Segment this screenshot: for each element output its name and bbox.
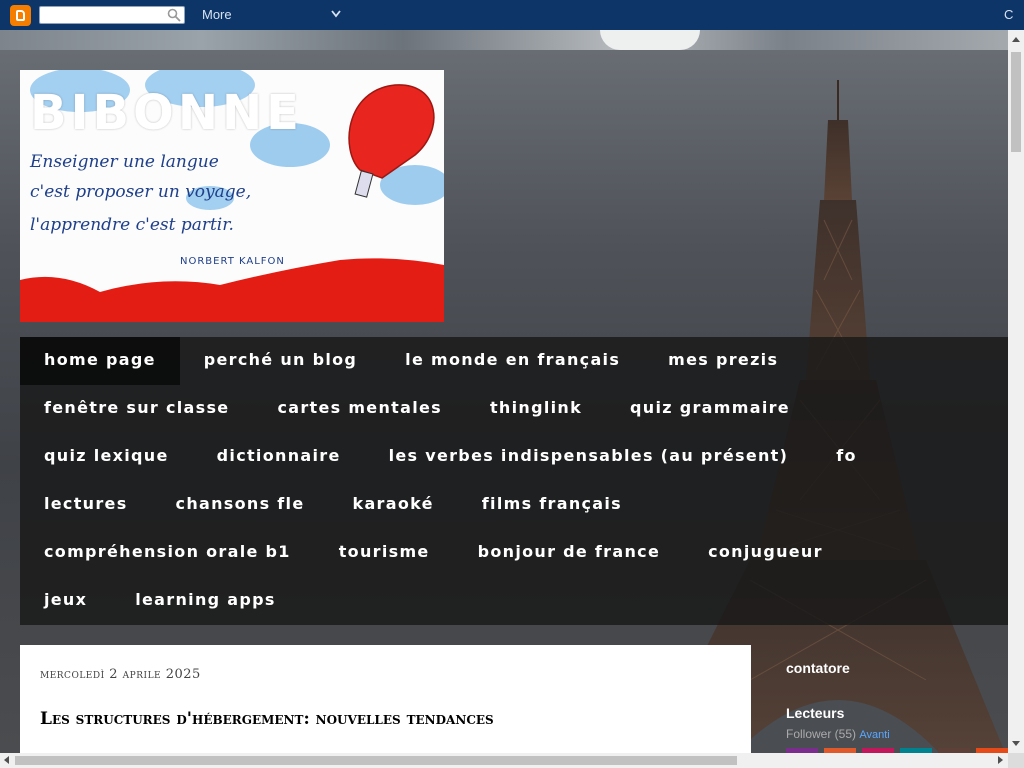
horizontal-scrollbar[interactable] — [0, 753, 1008, 768]
post-card: mercoledì 2 aprile 2025 Les structures d… — [20, 645, 751, 753]
tab-chansons-fle[interactable]: Chansons FLE — [152, 481, 329, 529]
tab-karaoke[interactable]: Karaoké — [329, 481, 458, 529]
scroll-left-arrow-icon[interactable] — [4, 756, 9, 764]
quote-line-1: Enseigner une langue — [29, 152, 219, 172]
tab-row: Compréhension orale B1 Tourisme Bonjour de… — [20, 529, 847, 577]
post-title[interactable]: Les structures d'hébergement: nouvelles … — [40, 709, 494, 729]
tab-fo[interactable]: Fo — [812, 433, 881, 481]
tab-perche-un-blog[interactable]: Perché un blog — [180, 337, 381, 385]
scrollbar-corner — [1008, 753, 1024, 768]
quote-line-2: c'est proposer un voyage, — [30, 182, 251, 202]
followers-next-link[interactable]: Avanti — [859, 729, 889, 741]
vertical-scrollbar[interactable] — [1008, 30, 1024, 753]
tab-cartes-mentales[interactable]: Cartes mentales — [253, 385, 465, 433]
tab-jeux[interactable]: Jeux — [20, 577, 111, 625]
tab-row: Quiz lexique Dictionnaire Les verbes indis… — [20, 433, 881, 481]
tab-row: Fenêtre sur classe Cartes mentales Thingli… — [20, 385, 814, 433]
tab-tourisme[interactable]: Tourisme — [315, 529, 454, 577]
create-blog-link[interactable]: C — [1004, 7, 1013, 22]
contatore-heading: contatore — [786, 660, 850, 676]
blog-title[interactable]: BIBONNE — [30, 85, 330, 141]
tab-le-monde-en-francais[interactable]: Le monde en français — [381, 337, 644, 385]
scroll-down-arrow-icon[interactable] — [1012, 741, 1020, 746]
tab-quiz-lexique[interactable]: Quiz lexique — [20, 433, 193, 481]
tab-bonjour-de-france[interactable]: Bonjour de France — [454, 529, 685, 577]
tab-row: Jeux Learning apps — [20, 577, 300, 625]
tab-row: Home page Perché un blog Le monde en franç… — [20, 337, 802, 385]
scroll-up-arrow-icon[interactable] — [1012, 37, 1020, 42]
chevron-down-icon[interactable] — [330, 9, 342, 19]
tab-les-verbes-indispensables[interactable]: Les verbes indispensables (au présent) — [365, 433, 813, 481]
quote-author: NORBERT KALFON — [180, 256, 285, 267]
tab-films-francais[interactable]: Films français — [458, 481, 646, 529]
follower-text: Follower (55) — [786, 727, 857, 741]
blogger-logo-icon[interactable] — [10, 5, 31, 26]
follower-count: Follower (55) Avanti — [786, 727, 890, 741]
search-icon[interactable] — [167, 8, 181, 22]
tab-quiz-grammaire[interactable]: Quiz grammaire — [606, 385, 814, 433]
lecteurs-heading: Lecteurs — [786, 705, 845, 721]
more-menu[interactable]: More — [202, 7, 232, 22]
tab-lectures[interactable]: Lectures — [20, 481, 152, 529]
blog-search-input[interactable] — [39, 6, 185, 24]
tab-row: Lectures Chansons FLE Karaoké Films françai… — [20, 481, 646, 529]
tab-dictionnaire[interactable]: Dictionnaire — [193, 433, 365, 481]
tab-fenetre-sur-classe[interactable]: Fenêtre sur classe — [20, 385, 253, 433]
tab-home-page[interactable]: Home page — [20, 337, 180, 385]
tab-thinglink[interactable]: Thinglink — [466, 385, 606, 433]
background-texture — [0, 30, 1008, 50]
horizontal-scroll-thumb[interactable] — [15, 756, 737, 765]
quote-line-3: l'apprendre c'est partir. — [30, 215, 234, 235]
scroll-right-arrow-icon[interactable] — [998, 756, 1003, 764]
page-tabs: Home page Perché un blog Le monde en franç… — [20, 337, 1008, 625]
blogger-navbar: More C — [0, 0, 1024, 30]
tab-conjugueur[interactable]: Conjugueur — [684, 529, 847, 577]
tab-learning-apps[interactable]: Learning apps — [111, 577, 299, 625]
tab-mes-prezis[interactable]: Mes Prezis — [644, 337, 802, 385]
tab-comprehension-orale-b1[interactable]: Compréhension orale B1 — [20, 529, 315, 577]
vertical-scroll-thumb[interactable] — [1011, 52, 1021, 152]
post-date: mercoledì 2 aprile 2025 — [40, 667, 201, 682]
background-highlight — [600, 30, 700, 50]
